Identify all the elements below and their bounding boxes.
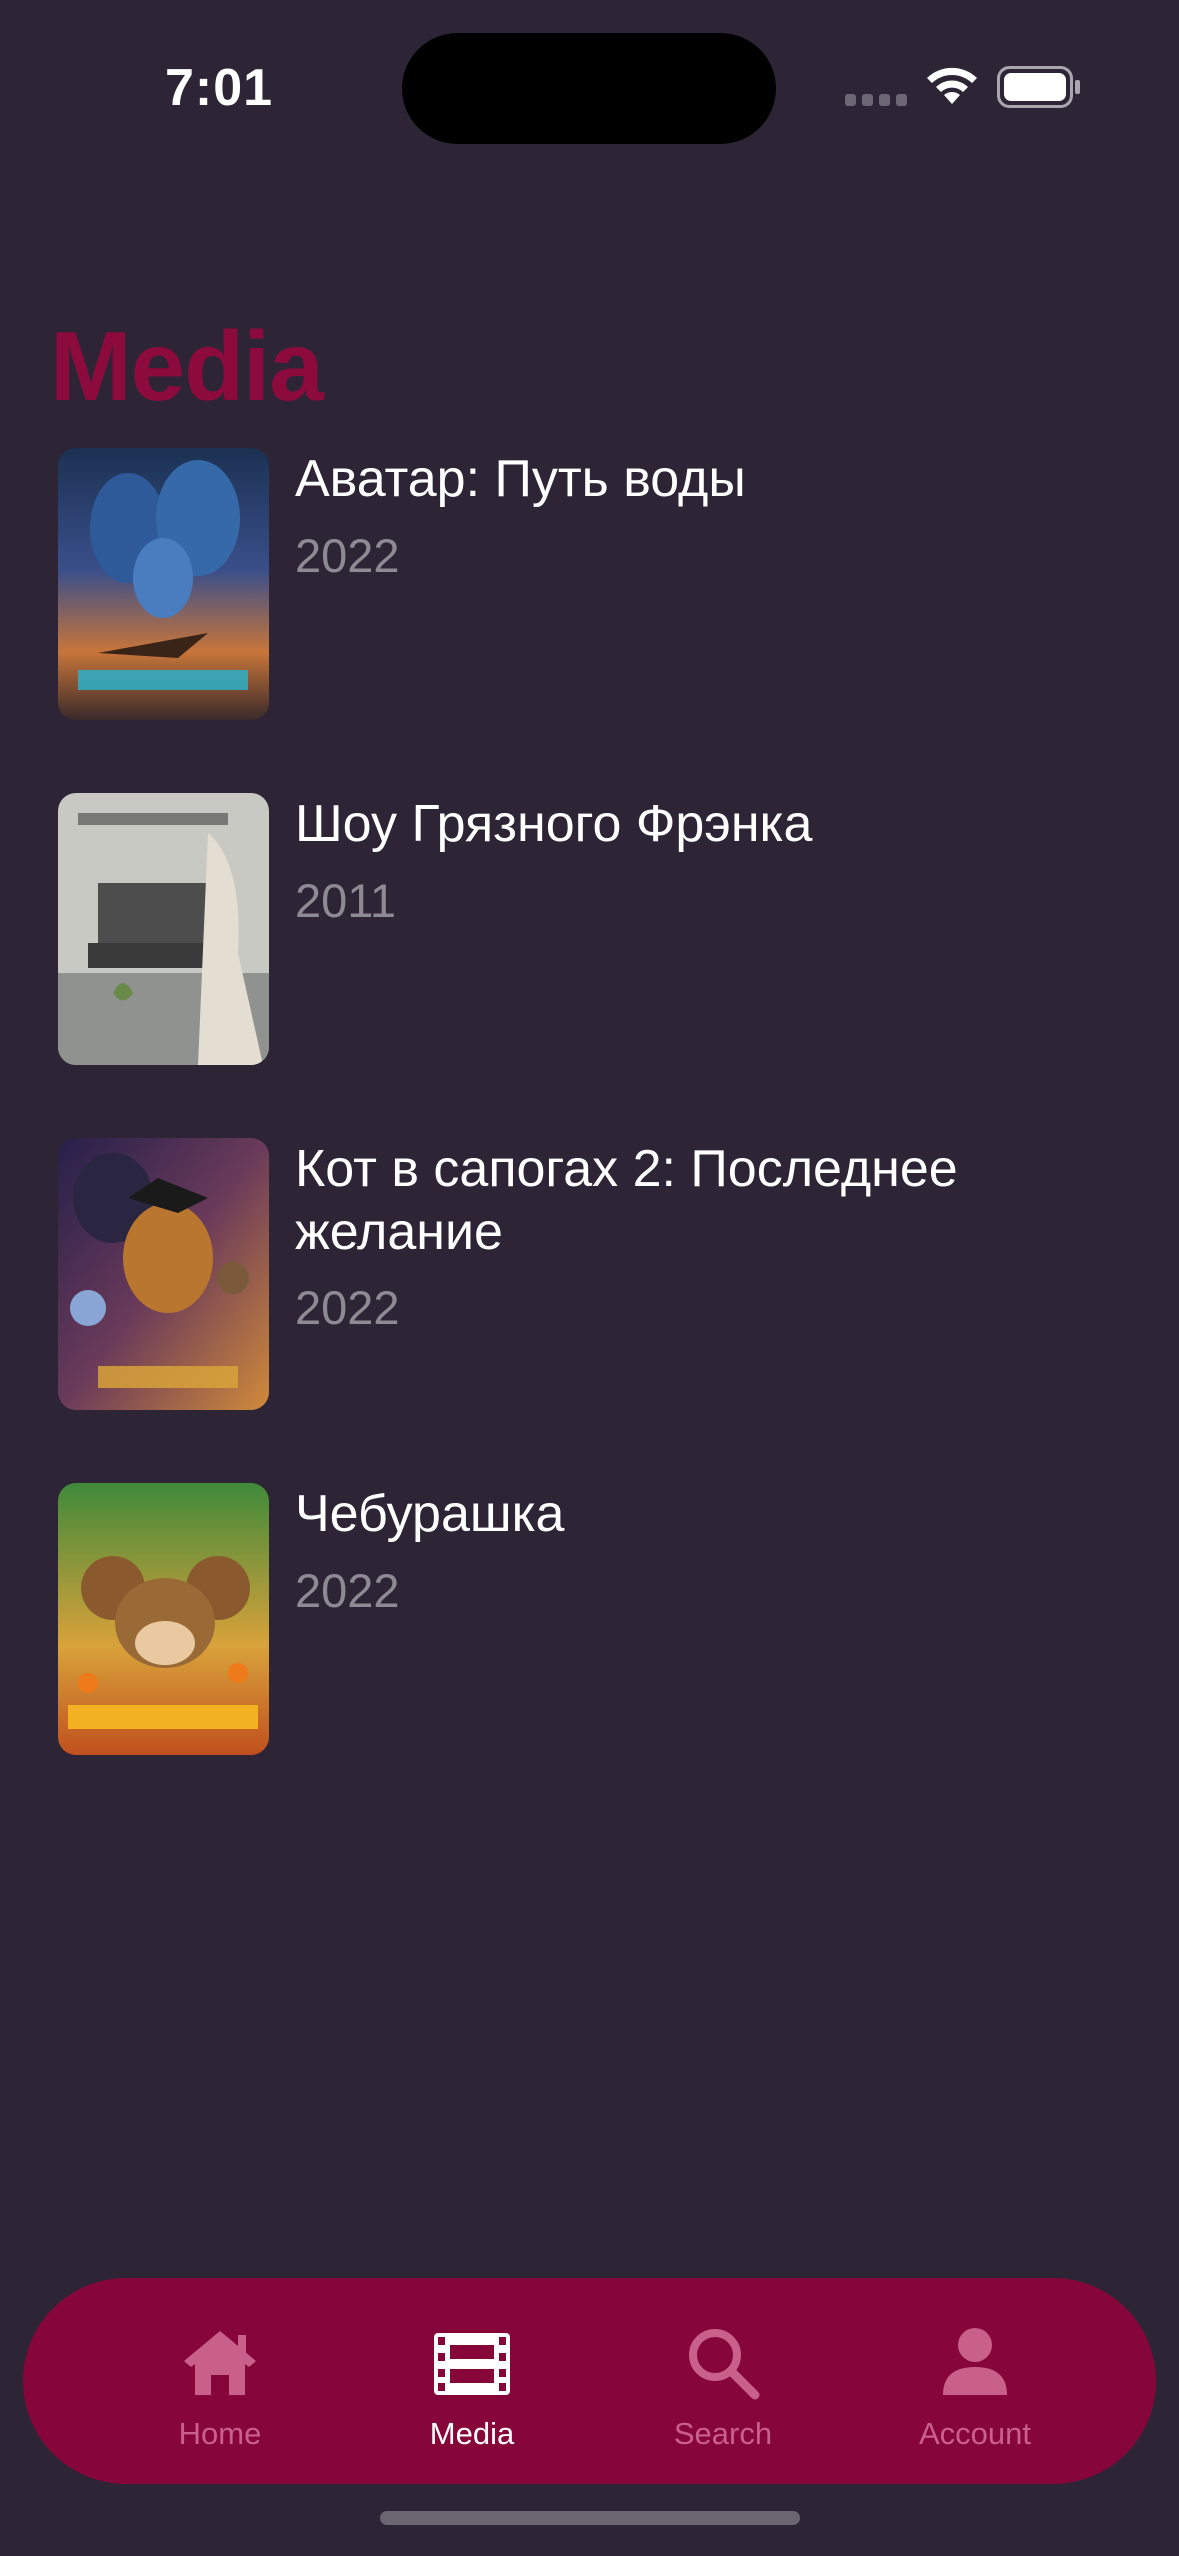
tab-account-label: Account xyxy=(918,2416,1031,2451)
wifi-icon xyxy=(927,67,977,104)
battery-icon xyxy=(997,66,1080,108)
media-title: Аватар: Путь воды xyxy=(295,450,746,508)
media-item-puss-in-boots[interactable]: Кот в сапогах 2: Последнее желание 2022 xyxy=(58,1138,1118,1410)
media-year: 2022 xyxy=(295,1564,400,1617)
home-indicator xyxy=(380,2511,800,2525)
media-item-cheburashka[interactable]: Чебурашка 2022 xyxy=(58,1483,1118,1755)
film-icon xyxy=(434,2333,510,2395)
cellular-signal-icon xyxy=(845,94,907,106)
tab-account[interactable]: Account xyxy=(850,2278,1100,2484)
person-icon xyxy=(943,2328,1007,2395)
dynamic-island xyxy=(402,33,776,144)
house-icon xyxy=(184,2331,256,2395)
media-item-avatar[interactable]: Аватар: Путь воды 2022 xyxy=(58,448,1118,720)
media-title: Кот в сапогах 2: Последнее желание xyxy=(295,1140,958,1261)
tab-home-label: Home xyxy=(178,2416,262,2451)
poster-image xyxy=(58,793,269,1065)
media-title: Чебурашка xyxy=(295,1485,565,1543)
magnifier-icon xyxy=(689,2329,760,2400)
poster-image xyxy=(58,448,269,720)
tab-media-label: Media xyxy=(429,2416,515,2451)
status-time: 7:01 xyxy=(165,59,274,117)
tab-search-label: Search xyxy=(673,2416,773,2451)
media-year: 2022 xyxy=(295,529,400,582)
tab-search[interactable]: Search xyxy=(598,2278,848,2484)
media-year: 2022 xyxy=(295,1281,400,1334)
tab-media[interactable]: Media xyxy=(347,2278,597,2484)
tab-home[interactable]: Home xyxy=(95,2278,345,2484)
page-title: Media xyxy=(50,311,324,421)
poster-image xyxy=(58,1138,269,1410)
media-title: Шоу Грязного Фрэнка xyxy=(295,795,813,853)
media-item-filthy-frank[interactable]: Шоу Грязного Фрэнка 2011 xyxy=(58,793,1118,1065)
tab-bar: Home Media Search Account xyxy=(23,2278,1156,2484)
poster-image xyxy=(58,1483,269,1755)
media-year: 2011 xyxy=(295,874,397,927)
